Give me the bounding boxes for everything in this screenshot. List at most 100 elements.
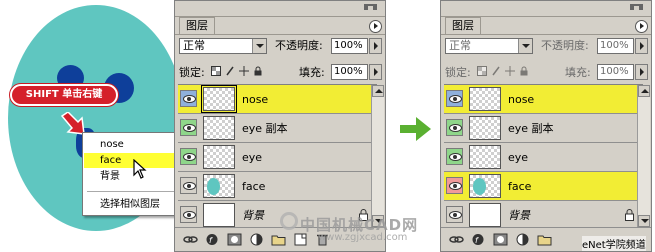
- lock-transparency-icon[interactable]: [477, 66, 487, 76]
- opacity-label: 不透明度:: [541, 39, 589, 52]
- layer-row-background[interactable]: 背景: [444, 201, 640, 230]
- layers-scrollbar[interactable]: [371, 85, 384, 227]
- eye-icon[interactable]: [446, 177, 463, 194]
- blend-mode-value: 正常: [183, 39, 205, 52]
- scroll-up-icon[interactable]: [372, 85, 384, 97]
- tab-layers[interactable]: 图层: [445, 17, 481, 35]
- panel-collapse-icon[interactable]: [630, 4, 643, 12]
- lock-brush-icon[interactable]: [225, 66, 235, 76]
- layer-row-nose[interactable]: nose: [178, 85, 374, 114]
- eye-icon[interactable]: [446, 119, 463, 136]
- opacity-input[interactable]: 100%: [597, 38, 634, 54]
- blend-mode-select[interactable]: 正常: [179, 38, 267, 54]
- fill-arrow-icon[interactable]: [369, 64, 382, 80]
- layer-name: face: [242, 180, 266, 193]
- fill-arrow-icon[interactable]: [635, 64, 648, 80]
- lock-transparency-icon[interactable]: [211, 66, 221, 76]
- scroll-down-icon[interactable]: [638, 215, 650, 227]
- lock-label: 锁定:: [445, 66, 471, 79]
- panel-collapse-icon[interactable]: [364, 4, 377, 12]
- corner-site-mark: eNet学院频道: [582, 236, 646, 251]
- panel-titlebar: [441, 1, 651, 17]
- layer-thumbnail: [469, 116, 501, 140]
- panel-titlebar: [175, 1, 385, 17]
- layer-thumbnail: [201, 85, 237, 113]
- layer-style-icon[interactable]: f: [205, 233, 220, 246]
- ctx-separator: [87, 191, 188, 192]
- layer-name: 背景: [242, 209, 264, 222]
- blend-mode-value: 正常: [449, 39, 471, 52]
- eye-icon[interactable]: [446, 206, 463, 223]
- eye-icon[interactable]: [180, 206, 197, 223]
- scroll-up-icon[interactable]: [638, 85, 650, 97]
- layer-thumbnail: [203, 145, 235, 169]
- layer-thumbnail: [469, 87, 501, 111]
- layer-mask-icon[interactable]: [493, 233, 508, 246]
- opacity-input[interactable]: 100%: [331, 38, 368, 54]
- lock-all-icon[interactable]: [253, 66, 263, 76]
- layer-thumbnail: [203, 203, 235, 227]
- mouse-cursor-icon: [133, 159, 147, 179]
- eye-icon[interactable]: [446, 90, 463, 107]
- layer-row-face[interactable]: face: [178, 172, 374, 201]
- illustration: SHIFT 单击右键 nose face 背景 选择相似图层: [0, 0, 193, 252]
- fill-label: 填充:: [565, 66, 591, 79]
- tab-layers[interactable]: 图层: [179, 17, 215, 35]
- layer-style-icon[interactable]: f: [471, 233, 486, 246]
- layer-name: eye: [508, 151, 529, 164]
- layer-row-eye-copy[interactable]: eye 副本: [178, 114, 374, 143]
- layer-mask-icon[interactable]: [227, 233, 242, 246]
- layer-row-face[interactable]: face: [444, 172, 640, 201]
- lock-move-icon[interactable]: [239, 66, 249, 76]
- layer-thumbnail: [469, 145, 501, 169]
- layer-name: face: [508, 180, 532, 193]
- adjustment-layer-icon[interactable]: [249, 233, 264, 246]
- layer-thumbnail: [469, 203, 501, 227]
- layers-scrollbar[interactable]: [637, 85, 650, 227]
- blend-mode-select[interactable]: 正常: [445, 38, 533, 54]
- lock-brush-icon[interactable]: [491, 66, 501, 76]
- opacity-arrow-icon[interactable]: [369, 38, 382, 54]
- lock-icons: [477, 66, 529, 76]
- layer-name: 背景: [508, 209, 530, 222]
- fill-input[interactable]: 100%: [597, 64, 634, 80]
- lock-all-icon[interactable]: [519, 66, 529, 76]
- eye-icon[interactable]: [446, 148, 463, 165]
- lock-move-icon[interactable]: [505, 66, 515, 76]
- layers-panel-after: 图层 正常 不透明度: 100% 锁定: 填充: 100% nose eye 副…: [440, 0, 652, 252]
- layer-row-eye[interactable]: eye: [444, 143, 640, 172]
- watermark-url: www.zgjxcad.com: [318, 232, 408, 243]
- lock-label: 锁定:: [179, 66, 205, 79]
- link-layers-icon[interactable]: [449, 233, 464, 246]
- opacity-label: 不透明度:: [275, 39, 323, 52]
- layer-thumbnail: [203, 174, 235, 198]
- layers-list: nose eye 副本 eye face 背景: [444, 84, 643, 230]
- layer-row-eye[interactable]: eye: [178, 143, 374, 172]
- eye-icon[interactable]: [180, 148, 197, 165]
- layer-thumbnail: [203, 116, 235, 140]
- eye-icon[interactable]: [180, 119, 197, 136]
- panel-menu-icon[interactable]: [635, 20, 648, 33]
- lock-icon: [625, 209, 634, 221]
- layer-name: eye: [242, 151, 263, 164]
- lock-icons: [211, 66, 263, 76]
- panel-menu-icon[interactable]: [369, 20, 382, 33]
- watermark-logo-icon: [280, 212, 298, 230]
- eye-icon[interactable]: [180, 90, 197, 107]
- link-layers-icon[interactable]: [183, 233, 198, 246]
- layer-name: eye 副本: [242, 122, 288, 135]
- layer-row-eye-copy[interactable]: eye 副本: [444, 114, 640, 143]
- new-group-icon[interactable]: [537, 233, 552, 246]
- opacity-arrow-icon[interactable]: [635, 38, 648, 54]
- fill-input[interactable]: 100%: [331, 64, 368, 80]
- layer-row-nose[interactable]: nose: [444, 85, 640, 114]
- shift-right-click-badge: SHIFT 单击右键: [10, 84, 118, 106]
- eye-icon[interactable]: [180, 177, 197, 194]
- layers-list: nose eye 副本 eye face 背景: [178, 84, 377, 230]
- fill-label: 填充:: [299, 66, 325, 79]
- chevron-down-icon: [252, 39, 266, 53]
- green-arrow-icon: [400, 117, 431, 141]
- adjustment-layer-icon[interactable]: [515, 233, 530, 246]
- new-group-icon[interactable]: [271, 233, 286, 246]
- layer-thumbnail: [469, 174, 501, 198]
